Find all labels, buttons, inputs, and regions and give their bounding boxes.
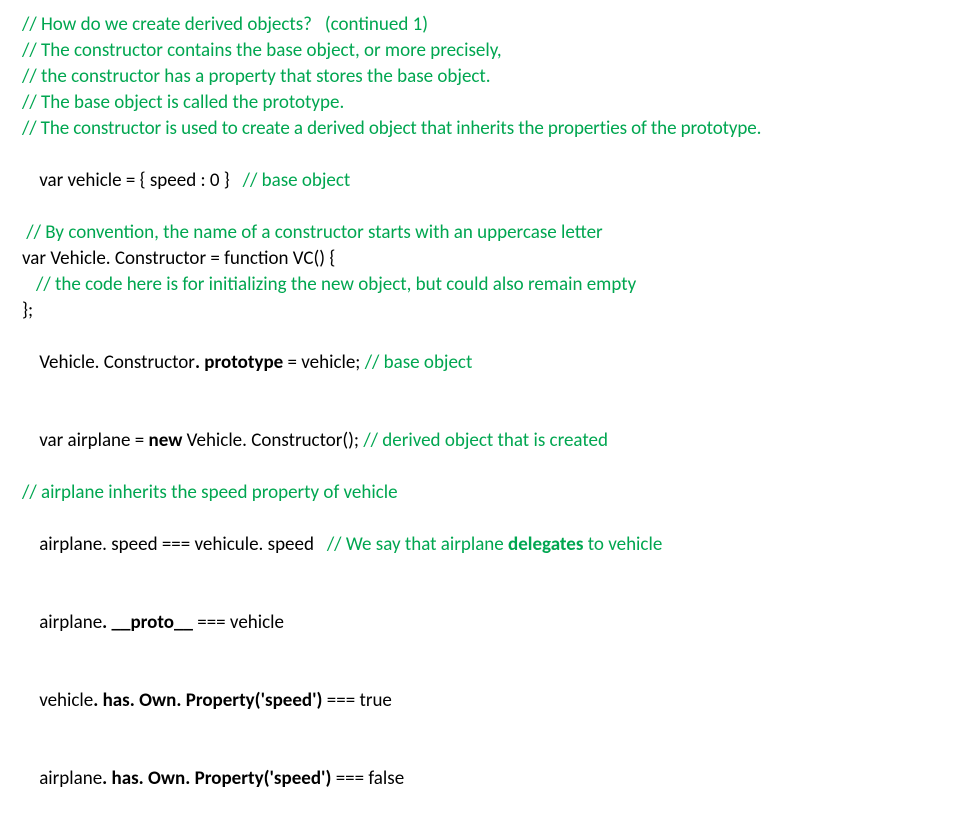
code-line: vehicle. has. Own. Property('speed') ===… bbox=[22, 662, 938, 740]
code-line: airplane. speed === vehicule. speed // W… bbox=[22, 506, 938, 584]
code-line: var airplane = new Vehicle. Constructor(… bbox=[22, 402, 938, 480]
comment-line: // the constructor has a property that s… bbox=[22, 64, 938, 90]
keyword-proto: . __proto__ bbox=[102, 611, 197, 634]
code-text: var vehicle = { speed : 0 } bbox=[39, 169, 242, 192]
comment-line: // airplane inherits the speed property … bbox=[22, 480, 938, 506]
comment-text: // We say that airplane bbox=[327, 533, 508, 556]
comment-line: // By convention, the name of a construc… bbox=[22, 220, 938, 246]
code-slide: // How do we create derived objects? (co… bbox=[0, 0, 960, 818]
keyword-new: new bbox=[149, 429, 187, 452]
code-text: vehicle bbox=[39, 689, 93, 712]
keyword-hasownproperty: . has. Own. Property('speed') bbox=[93, 689, 327, 712]
code-text: var airplane = bbox=[39, 429, 148, 452]
code-text: === vehicle bbox=[197, 611, 284, 634]
code-text: Vehicle. Constructor bbox=[39, 351, 195, 374]
keyword-hasownproperty: . has. Own. Property('speed') bbox=[102, 767, 336, 790]
code-text: airplane. speed === vehicule. speed bbox=[39, 533, 327, 556]
comment-line: // the code here is for initializing the… bbox=[22, 272, 938, 298]
comment-text: to vehicle bbox=[588, 533, 663, 556]
comment-line: // The constructor contains the base obj… bbox=[22, 38, 938, 64]
code-line: var Vehicle. Constructor = function VC()… bbox=[22, 246, 938, 272]
code-text: airplane bbox=[39, 767, 102, 790]
code-text: = vehicle; bbox=[283, 351, 364, 374]
code-text: airplane bbox=[39, 611, 102, 634]
comment-line: // How do we create derived objects? (co… bbox=[22, 12, 938, 38]
comment-line: // The constructor is used to create a d… bbox=[22, 116, 938, 142]
comment-text: // derived object that is created bbox=[363, 429, 608, 452]
keyword-delegates: delegates bbox=[508, 533, 588, 556]
code-text: === false bbox=[336, 767, 404, 790]
code-line: var vehicle = { speed : 0 } // base obje… bbox=[22, 142, 938, 220]
code-text: === true bbox=[327, 689, 392, 712]
code-line: Vehicle. Constructor. prototype = vehicl… bbox=[22, 324, 938, 402]
code-line: }; bbox=[22, 298, 938, 324]
code-line: airplane. __proto__ === vehicle bbox=[22, 584, 938, 662]
comment-text: // base object bbox=[243, 169, 351, 192]
comment-line: // The base object is called the prototy… bbox=[22, 90, 938, 116]
code-line: airplane. has. Own. Property('speed') ==… bbox=[22, 740, 938, 818]
code-text: Vehicle. Constructor(); bbox=[187, 429, 364, 452]
comment-text: // base object bbox=[365, 351, 473, 374]
keyword-prototype: . prototype bbox=[195, 351, 283, 374]
